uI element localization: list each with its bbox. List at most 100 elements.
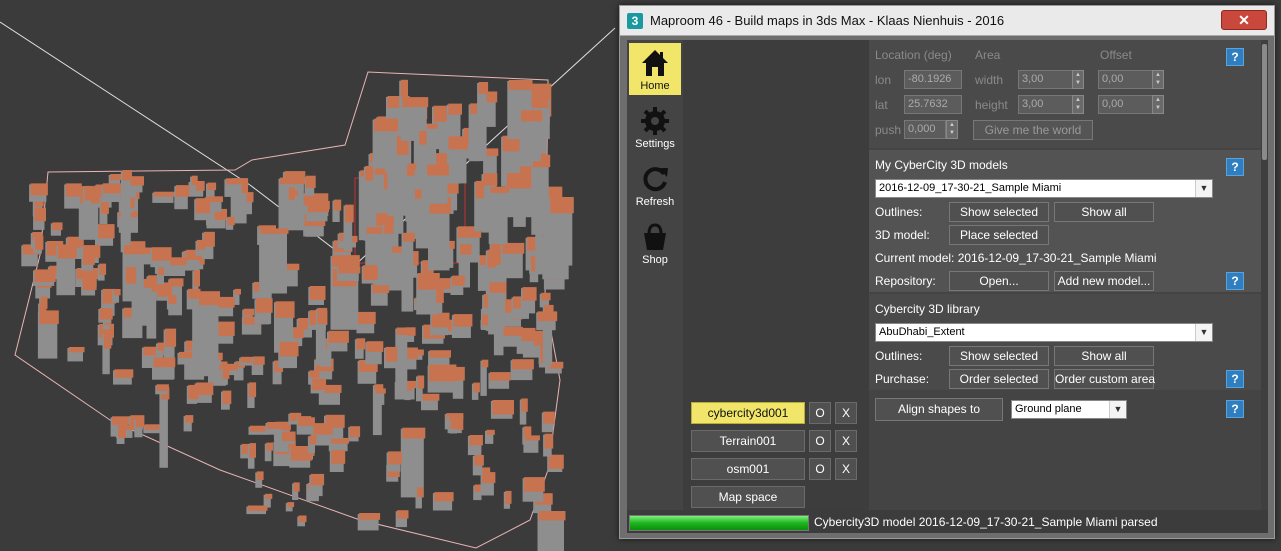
sidebar-item-label: Refresh (635, 196, 675, 208)
lat-field[interactable]: 25.7632 (904, 95, 962, 114)
location-section: Location (deg) Area Offset ? lon -80.192… (869, 40, 1261, 148)
building-roof (96, 224, 115, 239)
building-roof (521, 110, 543, 122)
building-roof (82, 278, 97, 291)
title-bar[interactable]: 3 Maproom 46 - Build maps in 3ds Max - K… (620, 6, 1274, 36)
building-roof (434, 492, 454, 502)
building-roof (375, 388, 386, 394)
building-roof (417, 487, 424, 498)
location-help-button[interactable]: ? (1226, 48, 1244, 66)
progress-bar (629, 515, 809, 531)
open-repository-button[interactable]: Open... (949, 271, 1049, 291)
building-roof (363, 265, 378, 280)
building-side (477, 83, 487, 162)
scrollbar-thumb[interactable] (1262, 44, 1267, 160)
building-roof (505, 490, 512, 504)
height-field[interactable]: 3,00 (1018, 95, 1073, 114)
library-help-button[interactable]: ? (1226, 370, 1244, 388)
building-roof (451, 419, 459, 429)
offset-y-spinner[interactable]: ▲ ▼ (1152, 95, 1164, 114)
delete-button[interactable]: X (835, 430, 857, 452)
sidebar-item-shop[interactable]: Shop (629, 217, 681, 269)
building-roof (388, 451, 402, 465)
app-icon: 3 (627, 13, 643, 29)
offset-x-spinner[interactable]: ▲ ▼ (1152, 70, 1164, 89)
lon-field[interactable]: -80.1926 (904, 70, 962, 89)
sidebar-item-refresh[interactable]: Refresh (629, 159, 681, 211)
building-roof (317, 307, 328, 325)
building-roof (524, 435, 540, 441)
building-roof (402, 427, 426, 439)
building-roof (279, 341, 299, 357)
isolate-button[interactable]: O (809, 402, 831, 424)
order-custom-area-button[interactable]: Order custom area (1054, 369, 1155, 389)
building-roof (385, 346, 398, 362)
width-spinner[interactable]: ▲ ▼ (1072, 70, 1084, 89)
building-roof (482, 472, 496, 484)
building-roof (52, 222, 63, 231)
building-side (159, 388, 168, 468)
isolate-button[interactable]: O (809, 430, 831, 452)
building-roof (506, 173, 534, 189)
building-roof (522, 287, 537, 301)
building-roof (310, 473, 325, 486)
building-roof (30, 183, 48, 196)
sidebar-item-label: Shop (642, 254, 668, 266)
library-dropdown[interactable]: AbuDhabi_Extent ▼ (875, 323, 1213, 342)
show-all-button[interactable]: Show all (1054, 202, 1154, 222)
give-me-the-world-button[interactable]: Give me the world (973, 120, 1093, 140)
building-roof (453, 314, 473, 327)
width-field[interactable]: 3,00 (1018, 70, 1073, 89)
align-help-button[interactable]: ? (1226, 400, 1244, 418)
my-models-section: My CyberCity 3D models ? 2016-12-09_17-3… (869, 150, 1261, 292)
object-button-terrain001[interactable]: Terrain001 (691, 430, 805, 452)
order-selected-button[interactable]: Order selected (949, 369, 1049, 389)
building-roof (280, 177, 306, 185)
building-roof (429, 350, 451, 358)
my-models-help-button[interactable]: ? (1226, 158, 1244, 176)
city-scene[interactable] (0, 0, 620, 551)
status-bar: Cybercity3D model 2016-12-09_17-30-21_Sa… (627, 510, 1268, 533)
offset-x-field[interactable]: 0,00 (1098, 70, 1153, 89)
building-roof (374, 118, 399, 132)
object-button-osm001[interactable]: osm001 (691, 458, 805, 480)
scrollbar[interactable] (1261, 40, 1268, 510)
height-spinner[interactable]: ▲ ▼ (1072, 95, 1084, 114)
building-roof (475, 180, 485, 199)
building-roof (157, 282, 172, 297)
offset-y-field[interactable]: 0,00 (1098, 95, 1153, 114)
building-roof (508, 80, 533, 90)
object-button-cybercity3d001[interactable]: cybercity3d001 (691, 402, 805, 424)
sidebar-item-home[interactable]: Home (629, 43, 681, 95)
place-selected-button[interactable]: Place selected (949, 225, 1049, 245)
sidebar-item-settings[interactable]: Settings (629, 101, 681, 153)
push-field[interactable]: 0,000 (904, 120, 946, 139)
delete-button[interactable]: X (835, 458, 857, 480)
repository-help-button[interactable]: ? (1226, 272, 1244, 290)
building-roof (114, 369, 134, 378)
delete-button[interactable]: X (835, 402, 857, 424)
my-models-dropdown[interactable]: 2016-12-09_17-30-21_Sample Miami ▼ (875, 179, 1213, 198)
building-roof (153, 357, 176, 368)
library-show-all-button[interactable]: Show all (1054, 346, 1154, 366)
offset-header: Offset (1100, 48, 1132, 62)
library-show-selected-button[interactable]: Show selected (949, 346, 1049, 366)
push-spinner[interactable]: ▲ ▼ (946, 120, 958, 139)
close-button[interactable]: ✕ (1221, 10, 1267, 30)
align-shapes-button[interactable]: Align shapes to (875, 398, 1003, 421)
building-side (531, 155, 549, 235)
building-roof (82, 254, 95, 265)
align-target-dropdown[interactable]: Ground plane ▼ (1011, 400, 1127, 419)
building-roof (332, 255, 360, 267)
building-roof (396, 327, 409, 335)
add-new-model-button[interactable]: Add new model... (1054, 271, 1154, 291)
map-space-button[interactable]: Map space (691, 486, 805, 508)
building-roof (359, 513, 381, 520)
building-side (395, 328, 408, 397)
chevron-down-icon: ▼ (1109, 401, 1126, 418)
isolate-button[interactable]: O (809, 458, 831, 480)
gear-icon (641, 107, 669, 135)
show-selected-button[interactable]: Show selected (949, 202, 1049, 222)
maproom-window: 3 Maproom 46 - Build maps in 3ds Max - K… (619, 5, 1275, 539)
library-title: Cybercity 3D library (875, 302, 980, 316)
